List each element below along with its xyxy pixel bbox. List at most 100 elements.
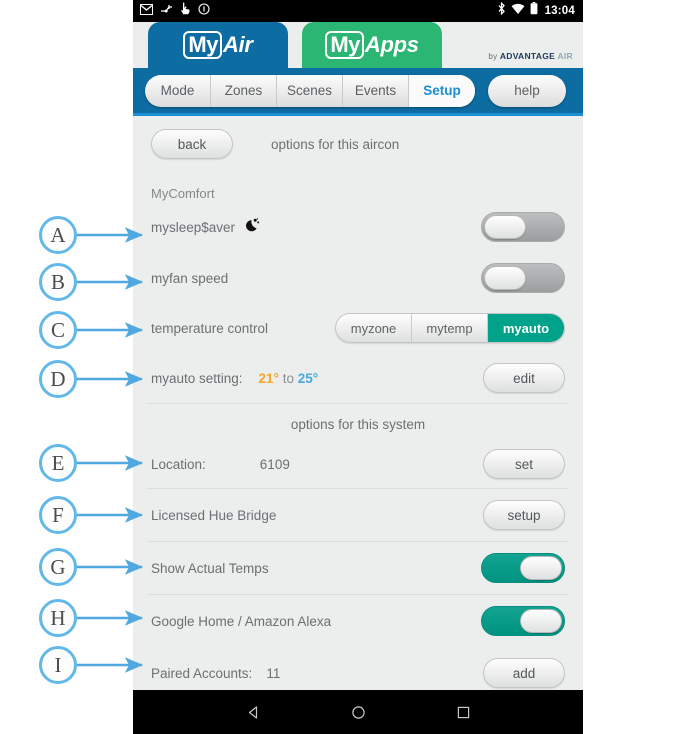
section-label-system: options for this system <box>290 417 426 432</box>
row-location: Location: 6109 set <box>133 440 583 488</box>
myauto-temp-to: to <box>282 370 294 386</box>
page-header: back options for this aircon <box>133 116 583 172</box>
annotation-bubble-f: F <box>39 496 77 534</box>
tab-scenes[interactable]: Scenes <box>277 74 343 107</box>
paired-accounts-label: Paired Accounts: <box>151 665 253 681</box>
row-show-actual-temps: Show Actual Temps <box>133 542 583 594</box>
phone-screen: 13:04 My Air My Apps by ADVANTAGE AIR Mo… <box>133 0 583 734</box>
byline-advantage: ADVANTAGE <box>499 51 556 61</box>
tab-mode[interactable]: Mode <box>145 74 211 107</box>
annotation-bubble-g: G <box>39 548 77 586</box>
temperature-control-label: temperature control <box>151 320 269 336</box>
paired-accounts-value: 11 <box>266 665 281 681</box>
advantage-air-byline: by ADVANTAGE AIR <box>488 51 573 61</box>
myauto-temp-high: 25° <box>297 370 319 386</box>
brand-tab-myapps[interactable]: My Apps <box>302 22 442 68</box>
toggle-knob <box>484 266 526 290</box>
row-mysleepsaver: mysleep$aver <box>133 201 583 253</box>
temperature-control-options: myzone mytemp myauto <box>335 313 565 343</box>
myauto-setting-value: 21° to 25° <box>259 371 319 386</box>
paired-accounts-add-wrap: add <box>483 658 565 688</box>
android-status-bar: 13:04 <box>133 0 583 22</box>
bluetooth-icon <box>497 1 506 20</box>
info-icon <box>198 2 210 20</box>
toggle-knob <box>520 609 562 633</box>
row-google-alexa: Google Home / Amazon Alexa <box>133 595 583 647</box>
home-circle-icon[interactable] <box>351 705 366 720</box>
location-label: Location: <box>151 456 206 472</box>
back-button[interactable]: back <box>151 129 233 159</box>
recents-square-icon[interactable] <box>456 705 471 720</box>
myapps-logo-tail: Apps <box>364 32 419 57</box>
location-value: 6109 <box>259 456 290 472</box>
add-button[interactable]: add <box>483 658 565 688</box>
row-myauto-setting: myauto setting: 21° to 25° edit <box>133 353 583 403</box>
brand-header: My Air My Apps by ADVANTAGE AIR <box>133 22 583 68</box>
section-label-mycomfort: MyComfort <box>151 186 215 201</box>
myapps-logo: My Apps <box>325 30 419 60</box>
annotation-bubble-d: D <box>39 360 77 398</box>
edit-button[interactable]: edit <box>483 363 565 393</box>
myauto-setting-label: myauto setting: <box>151 370 243 386</box>
tab-events[interactable]: Events <box>343 74 409 107</box>
myfan-speed-toggle[interactable] <box>481 263 565 293</box>
toggle-knob <box>484 215 526 239</box>
byline-air: AIR <box>557 51 573 61</box>
myair-logo: My Air <box>183 30 253 60</box>
option-myzone[interactable]: myzone <box>336 314 412 342</box>
main-tab-bar: Mode Zones Scenes Events Setup help <box>133 68 583 113</box>
toggle-knob <box>520 556 562 580</box>
myfan-speed-label: myfan speed <box>151 270 229 286</box>
temperature-control-segmented: myzone mytemp myauto <box>335 313 565 343</box>
annotation-bubble-e: E <box>39 444 77 482</box>
show-actual-temps-label: Show Actual Temps <box>151 560 269 576</box>
annotation-bubble-c: C <box>39 311 77 349</box>
brand-tab-myair[interactable]: My Air <box>148 22 288 68</box>
myair-logo-tail: Air <box>222 32 253 57</box>
tab-zones[interactable]: Zones <box>211 74 277 107</box>
screenshot-root: 13:04 My Air My Apps by ADVANTAGE AIR Mo… <box>0 0 688 734</box>
usb-debug-icon <box>160 2 173 20</box>
annotation-bubble-b: B <box>39 263 77 301</box>
google-alexa-toggle-wrap <box>481 606 565 636</box>
annotation-bubble-a: A <box>39 216 77 254</box>
google-alexa-label: Google Home / Amazon Alexa <box>151 613 332 629</box>
hue-bridge-label: Licensed Hue Bridge <box>151 507 277 523</box>
setup-button[interactable]: setup <box>483 500 565 530</box>
mail-icon <box>140 2 153 20</box>
mysleepsaver-toggle[interactable] <box>481 212 565 242</box>
mysleepsaver-label: mysleep$aver <box>151 219 236 235</box>
crescent-moon-icon <box>244 217 261 238</box>
tab-setup[interactable]: Setup <box>409 74 475 107</box>
hue-bridge-setup-wrap: setup <box>483 500 565 530</box>
set-button[interactable]: set <box>483 449 565 479</box>
google-alexa-toggle[interactable] <box>481 606 565 636</box>
annotation-bubble-i: I <box>39 646 77 684</box>
pointer-icon <box>180 2 191 20</box>
myauto-temp-low: 21° <box>258 370 279 386</box>
myfan-speed-toggle-wrap <box>481 263 565 293</box>
tab-group: Mode Zones Scenes Events Setup <box>145 74 475 107</box>
status-clock: 13:04 <box>544 5 575 17</box>
back-triangle-icon[interactable] <box>246 705 261 720</box>
setup-content: back options for this aircon MyComfort m… <box>133 113 583 726</box>
annotation-bubble-h: H <box>39 599 77 637</box>
option-myauto[interactable]: myauto <box>488 314 564 342</box>
show-actual-temps-toggle[interactable] <box>481 553 565 583</box>
row-temperature-control: temperature control myzone mytemp myauto <box>133 303 583 353</box>
show-actual-temps-toggle-wrap <box>481 553 565 583</box>
help-button[interactable]: help <box>488 74 566 107</box>
byline-pre: by <box>488 52 498 61</box>
option-mytemp[interactable]: mytemp <box>412 314 488 342</box>
battery-icon <box>530 2 538 20</box>
row-myfan-speed: myfan speed <box>133 253 583 303</box>
page-subtitle: options for this aircon <box>271 136 400 152</box>
android-nav-bar <box>133 690 583 734</box>
myair-logo-my: My <box>183 30 222 60</box>
myauto-edit-wrap: edit <box>483 363 565 393</box>
row-hue-bridge: Licensed Hue Bridge setup <box>133 489 583 541</box>
mysleepsaver-toggle-wrap <box>481 212 565 242</box>
location-set-wrap: set <box>483 449 565 479</box>
wifi-icon <box>511 2 525 20</box>
myapps-logo-my: My <box>325 30 364 60</box>
